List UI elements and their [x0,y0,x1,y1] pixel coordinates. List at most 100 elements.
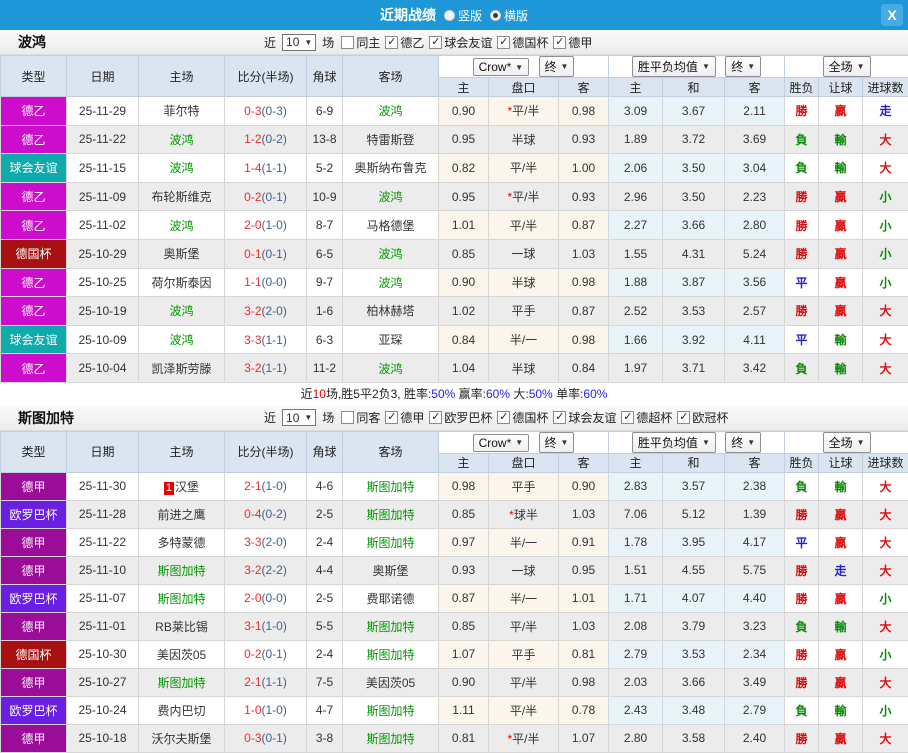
league-filter[interactable]: ✓球会友谊 [429,34,492,51]
league-checkbox[interactable]: ✓ [553,411,566,424]
scope-select[interactable]: 全场▼ [823,56,871,77]
league-filter[interactable]: ✓德超杯 [621,409,672,426]
league-filter[interactable]: ✓欧冠杯 [677,409,728,426]
avg-draw: 3.72 [663,125,725,154]
home-team: RB莱比锡 [139,612,225,640]
away-team: 特雷斯登 [343,125,439,154]
home-team: 美因茨05 [139,640,225,668]
handicap: 半球 [489,354,559,383]
league-filter-label: 球会友谊 [568,409,616,426]
result-handicap: 輸 [819,696,863,724]
same-venue-label: 同客 [356,409,380,426]
league-filter[interactable]: ✓德国杯 [497,34,548,51]
col-header-home: 主场 [139,431,225,472]
odds-company-select[interactable]: Crow*▼ [473,434,530,452]
avg-draw: 3.71 [663,354,725,383]
close-button[interactable]: X [881,4,903,26]
league-checkbox[interactable]: ✓ [621,411,634,424]
matches-count-select[interactable]: 10▼ [282,34,316,51]
league-checkbox[interactable]: ✓ [429,36,442,49]
matches-count-select[interactable]: 10▼ [282,409,316,426]
result-wdl: 勝 [785,640,819,668]
col-header-away: 客场 [343,431,439,472]
home-team: 沃尔夫斯堡 [139,724,225,752]
summary-part: 60% [583,387,607,401]
avg-time-select[interactable]: 终▼ [725,56,761,77]
avg-away: 2.11 [725,97,785,126]
avg-draw: 3.66 [663,211,725,240]
league-badge: 德甲 [1,724,67,752]
league-checkbox[interactable]: ✓ [429,411,442,424]
league-checkbox[interactable]: ✓ [385,36,398,49]
avg-away: 3.49 [725,668,785,696]
avg-away: 3.69 [725,125,785,154]
handicap: *平/半 [489,97,559,126]
team-rank-badge: 1 [164,482,174,495]
handicap-text: 一球 [511,247,535,261]
radio-icon[interactable] [490,10,501,21]
result-handicap: 贏 [819,668,863,696]
handicap: 平手 [489,640,559,668]
avg-home: 1.66 [609,325,663,354]
same-venue-checkbox[interactable] [341,411,354,424]
corners: 3-8 [307,724,343,752]
result-goals: 小 [863,182,908,211]
odds-away: 0.98 [559,97,609,126]
league-checkbox[interactable]: ✓ [553,36,566,49]
scope-select[interactable]: 全场▼ [823,432,871,453]
result-wdl: 勝 [785,211,819,240]
result-handicap: 贏 [819,584,863,612]
handicap-text: 平/半 [512,104,539,118]
match-date: 25-10-19 [67,297,139,326]
league-checkbox[interactable]: ✓ [385,411,398,424]
score: 0-1(0-1) [225,239,307,268]
layout-radio-horizontal[interactable]: 横版 [490,7,528,24]
odds-away: 0.93 [559,125,609,154]
same-venue-filter[interactable]: 同主 [341,34,380,51]
result-wdl: 勝 [785,556,819,584]
odds-home: 0.90 [439,97,489,126]
table-row: 德乙25-10-04凯泽斯劳滕3-2(1-1)11-2波鸿1.04半球0.841… [1,354,908,383]
col-header-date: 日期 [67,431,139,472]
layout-radio-vertical[interactable]: 竖版 [444,7,482,24]
same-venue-checkbox[interactable] [341,36,354,49]
league-checkbox[interactable]: ✓ [497,411,510,424]
home-team: 前进之鹰 [139,500,225,528]
odds-home: 0.98 [439,472,489,500]
league-checkbox[interactable]: ✓ [677,411,690,424]
avg-time-select[interactable]: 终▼ [725,432,761,453]
avg-odds-select[interactable]: 胜平负均值▼ [632,432,716,453]
away-team: 柏林赫塔 [343,297,439,326]
away-team: 亚琛 [343,325,439,354]
odds-company-select[interactable]: Crow*▼ [473,58,530,76]
score: 2-1(1-1) [225,668,307,696]
odds-time-select[interactable]: 终▼ [539,432,575,453]
radio-icon[interactable] [444,10,455,21]
col-header-result-wdl: 胜负 [785,453,819,472]
league-filter[interactable]: ✓欧罗巴杯 [429,409,492,426]
avg-home: 2.79 [609,640,663,668]
away-team: 奥斯纳布鲁克 [343,154,439,183]
odds-time-select[interactable]: 终▼ [539,56,575,77]
result-wdl: 負 [785,125,819,154]
league-checkbox[interactable]: ✓ [497,36,510,49]
score: 3-2(2-0) [225,297,307,326]
home-team-name: 布轮斯维克 [151,190,211,204]
league-filter[interactable]: ✓德甲 [385,409,424,426]
score: 0-2(0-1) [225,640,307,668]
avg-odds-select[interactable]: 胜平负均值▼ [632,56,716,77]
odds-away: 0.84 [559,354,609,383]
result-goals: 大 [863,472,908,500]
fulltime-score: 0-4 [244,507,261,521]
odds-away: 0.81 [559,640,609,668]
avg-away: 5.75 [725,556,785,584]
league-filter[interactable]: ✓德甲 [553,34,592,51]
chevron-down-icon: ▼ [747,62,755,71]
col-header-avg-draw: 和 [663,453,725,472]
same-venue-filter[interactable]: 同客 [341,409,380,426]
league-badge: 德乙 [1,354,67,383]
league-filter[interactable]: ✓德乙 [385,34,424,51]
result-handicap: 贏 [819,528,863,556]
league-filter[interactable]: ✓德国杯 [497,409,548,426]
league-filter[interactable]: ✓球会友谊 [553,409,616,426]
